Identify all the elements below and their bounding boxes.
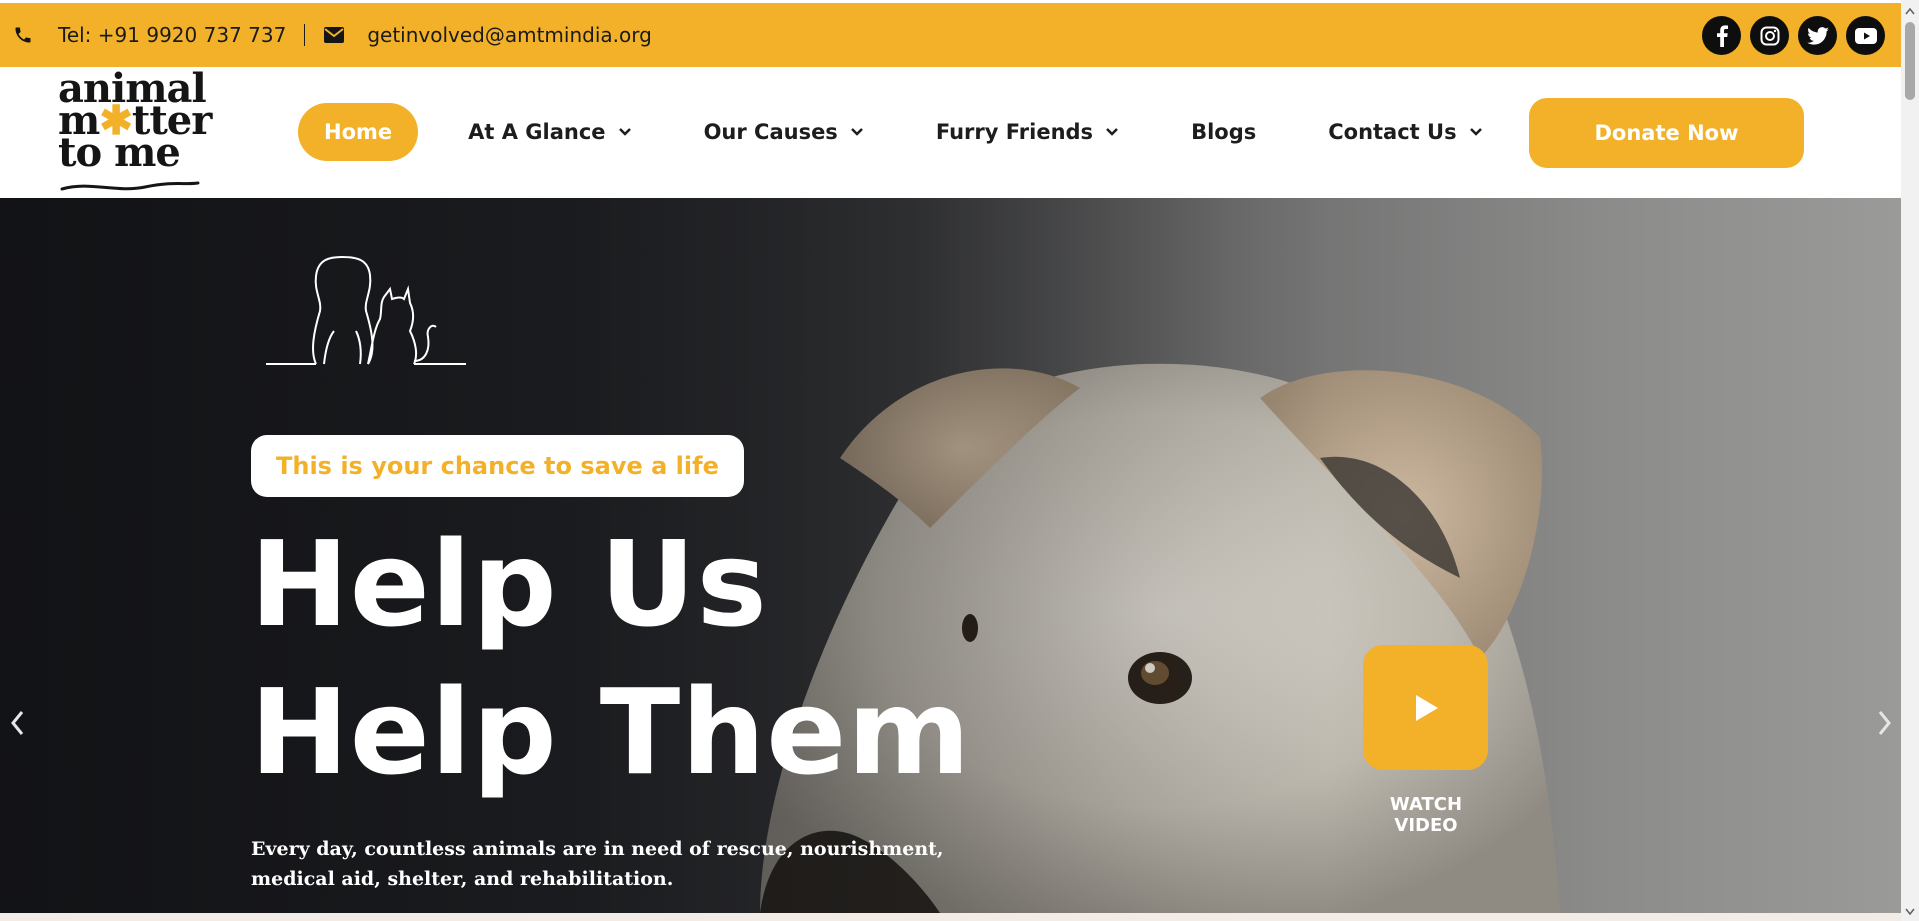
nav-our-causes[interactable]: Our Causes — [704, 103, 864, 161]
nav-blogs-label: Blogs — [1191, 120, 1257, 144]
social-links — [1702, 16, 1885, 55]
contact-info: Tel: +91 9920 737 737 getinvolved@amtmin… — [0, 23, 652, 47]
logo-underline — [60, 181, 200, 191]
chevron-down-icon — [1105, 127, 1119, 137]
facebook-icon[interactable] — [1702, 16, 1741, 55]
hero-headline-line-2: Help Them — [250, 663, 972, 801]
page-scrollbar[interactable] — [1901, 0, 1919, 921]
play-icon — [1415, 694, 1438, 721]
nav-blogs[interactable]: Blogs — [1191, 103, 1256, 161]
nav-contact-us-label: Contact Us — [1328, 120, 1457, 144]
nav-contact-us[interactable]: Contact Us — [1328, 103, 1482, 161]
nav-home-label: Home — [324, 120, 393, 144]
hero-headline: Help Us Help Them — [250, 510, 971, 806]
phone-number[interactable]: Tel: +91 9920 737 737 — [58, 23, 286, 47]
chevron-down-icon — [618, 127, 632, 137]
youtube-icon[interactable] — [1846, 16, 1885, 55]
next-section-edge — [0, 913, 1901, 921]
play-video-button[interactable] — [1363, 645, 1488, 770]
divider — [304, 24, 306, 46]
chevron-left-icon — [11, 711, 24, 735]
scroll-down-arrow[interactable] — [1901, 903, 1919, 921]
email-address[interactable]: getinvolved@amtmindia.org — [367, 23, 652, 47]
chevron-down-icon — [850, 127, 864, 137]
scroll-up-arrow[interactable] — [1901, 2, 1919, 20]
hero-tagline-badge: This is your chance to save a life — [251, 435, 744, 497]
nav-furry-friends-label: Furry Friends — [935, 120, 1094, 144]
instagram-icon[interactable] — [1750, 16, 1789, 55]
slider-next-arrow[interactable] — [1870, 708, 1900, 738]
hero-description: Every day, countless animals are in need… — [251, 838, 944, 890]
phone-icon — [12, 24, 34, 46]
envelope-icon — [323, 24, 345, 46]
dog-and-cat-outline-icon — [266, 255, 466, 365]
donate-now-button[interactable]: Donate Now — [1529, 98, 1804, 168]
top-contact-bar: Tel: +91 9920 737 737 getinvolved@amtmin… — [0, 3, 1901, 67]
nav-at-a-glance[interactable]: At A Glance — [468, 103, 631, 161]
slider-prev-arrow[interactable] — [2, 708, 32, 738]
twitter-icon[interactable] — [1798, 16, 1837, 55]
main-navigation: Home At A Glance Our Causes Furry Friend… — [298, 103, 1483, 161]
chevron-right-icon — [1878, 711, 1891, 735]
nav-furry-friends[interactable]: Furry Friends — [936, 103, 1119, 161]
hero-slider: This is your chance to save a life Help … — [0, 198, 1901, 913]
scrollbar-thumb[interactable] — [1905, 22, 1915, 100]
nav-our-causes-label: Our Causes — [703, 120, 838, 144]
site-header: animal m✱tter to me Home At A Glance Our… — [0, 67, 1901, 198]
watch-video-label[interactable]: WATCH VIDEO — [1356, 794, 1496, 836]
chevron-down-icon — [1469, 127, 1483, 137]
site-logo[interactable]: animal m✱tter to me — [58, 69, 212, 195]
nav-at-a-glance-label: At A Glance — [468, 120, 606, 144]
hero-headline-line-1: Help Us — [250, 515, 768, 653]
nav-home[interactable]: Home — [298, 103, 419, 161]
